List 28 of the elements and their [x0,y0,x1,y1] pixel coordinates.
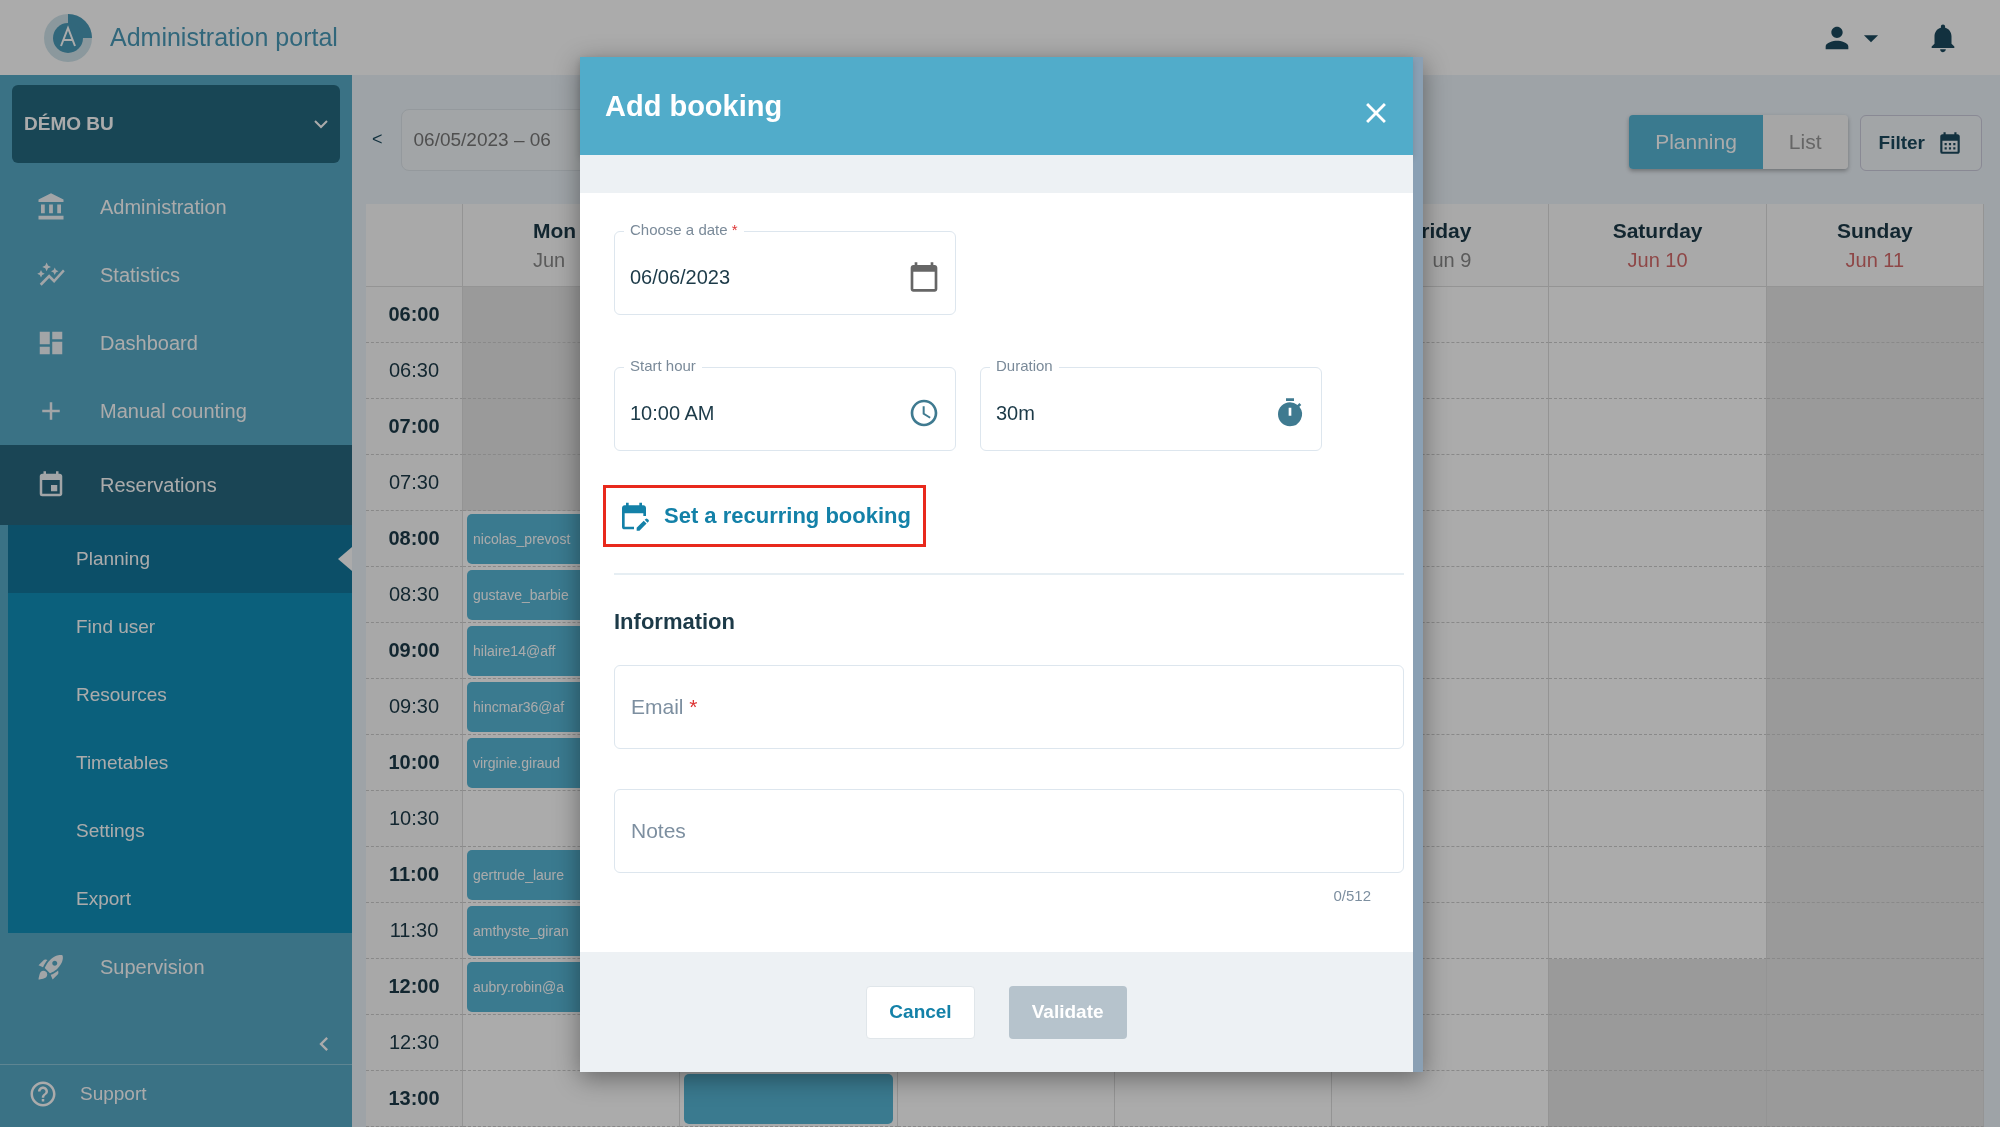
time-label: 12:00 [366,959,463,1015]
time-label: 10:30 [366,791,463,847]
day-date: Jun 11 [1845,248,1905,272]
day-name: Mon [533,218,577,243]
field-value: 06/06/2023 [630,265,731,289]
field-value: 30m [996,401,1035,425]
day-date: Jun 10 [1627,248,1688,272]
day-date: Jun [533,248,566,272]
day-name: riday [1421,218,1472,243]
time-label: 07:00 [366,399,463,455]
time-label: 13:00 [366,1071,463,1127]
time-label: 12:30 [366,1015,463,1071]
character-counter: 0/512 [1333,887,1371,904]
day-date: un 9 [1432,248,1472,272]
time-label: 09:00 [366,623,463,679]
time-label: 06:30 [366,343,463,399]
field-value: 10:00 AM [630,401,715,425]
time-label: 11:30 [366,903,463,959]
time-label: 08:00 [366,511,463,567]
time-label: 07:30 [366,455,463,511]
day-name: Sunday [1836,218,1913,243]
time-label: 10:00 [366,735,463,791]
time-label: 08:30 [366,567,463,623]
app-title: Administration portal [110,23,339,52]
day-name: Saturday [1612,218,1703,243]
time-label: 06:00 [366,287,463,343]
time-label: 11:00 [366,847,463,903]
time-label: 09:30 [366,679,463,735]
